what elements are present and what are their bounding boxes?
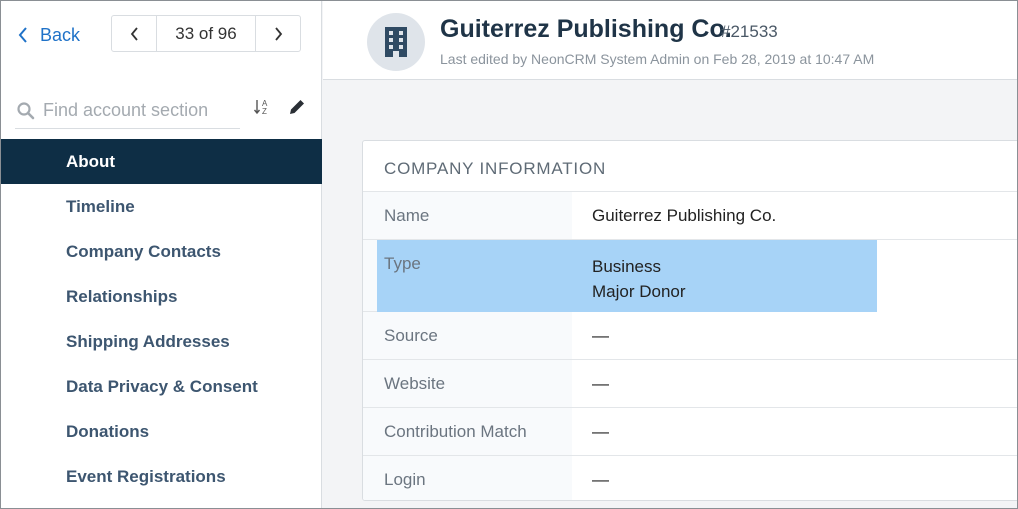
previous-record-button[interactable]: [112, 16, 157, 51]
sidebar-item-relationships[interactable]: Relationships: [1, 274, 322, 319]
page-title: Guiterrez Publishing Co.: [440, 15, 732, 43]
sort-alpha-icon[interactable]: AZ: [253, 97, 273, 117]
sidebar-item-event-registrations[interactable]: Event Registrations: [1, 454, 322, 499]
table-row[interactable]: Type Business Major Donor: [363, 240, 1017, 312]
sidebar-item-company-contacts[interactable]: Company Contacts: [1, 229, 322, 274]
section-nav: About Timeline Company Contacts Relation…: [1, 139, 322, 499]
info-table: Name Guiterrez Publishing Co. Type Busin…: [363, 192, 1017, 500]
field-value: —: [592, 326, 609, 345]
field-value-line: Major Donor: [592, 282, 686, 301]
table-row: Login —: [363, 456, 1017, 500]
field-label: Contribution Match: [363, 408, 572, 455]
field-value: —: [592, 422, 609, 441]
field-label: Source: [363, 312, 572, 359]
sidebar-item-about[interactable]: About: [1, 139, 322, 184]
chevron-right-icon: [274, 26, 282, 41]
table-row: Source —: [363, 312, 1017, 360]
building-icon: [385, 27, 407, 57]
sidebar-item-shipping-addresses[interactable]: Shipping Addresses: [1, 319, 322, 364]
back-label: Back: [40, 24, 81, 45]
field-label: Type: [384, 254, 421, 273]
table-row: Contribution Match —: [363, 408, 1017, 456]
pencil-icon[interactable]: [287, 97, 307, 117]
sidebar-item-data-privacy[interactable]: Data Privacy & Consent: [1, 364, 322, 409]
field-value: Business Major Donor: [572, 240, 686, 311]
company-information-card: COMPANY INFORMATION Name Guiterrez Publi…: [362, 140, 1017, 501]
record-position: 33 of 96: [175, 23, 237, 43]
back-button[interactable]: Back: [18, 21, 80, 49]
field-value: Guiterrez Publishing Co.: [592, 206, 777, 225]
account-id: #21533: [721, 22, 778, 41]
sidebar-item-donations[interactable]: Donations: [1, 409, 322, 454]
field-value: —: [592, 470, 609, 489]
account-header: Guiterrez Publishing Co. #21533 Last edi…: [323, 1, 1017, 80]
field-label: Name: [363, 192, 572, 239]
field-label: Website: [363, 360, 572, 407]
table-row: Website —: [363, 360, 1017, 408]
search-icon: [17, 101, 35, 119]
last-edited-text: Last edited by NeonCRM System Admin on F…: [440, 51, 875, 67]
avatar: [367, 13, 425, 71]
next-record-button[interactable]: [255, 16, 300, 51]
app-window: Back 33 of 96 AZ About Timeline Company …: [0, 0, 1018, 509]
chevron-left-icon: [130, 26, 138, 41]
sidebar: Back 33 of 96 AZ About Timeline Company …: [1, 1, 322, 508]
field-value: —: [592, 374, 609, 393]
card-title: COMPANY INFORMATION: [384, 159, 607, 178]
sidebar-item-timeline[interactable]: Timeline: [1, 184, 322, 229]
field-label: Login: [363, 456, 572, 500]
search-input[interactable]: [43, 100, 233, 121]
svg-text:Z: Z: [262, 107, 267, 116]
section-search: [15, 93, 240, 129]
chevron-left-icon: [18, 27, 27, 43]
record-pager: 33 of 96: [111, 15, 301, 52]
table-row: Name Guiterrez Publishing Co.: [363, 192, 1017, 240]
field-value-line: Business: [592, 257, 661, 276]
